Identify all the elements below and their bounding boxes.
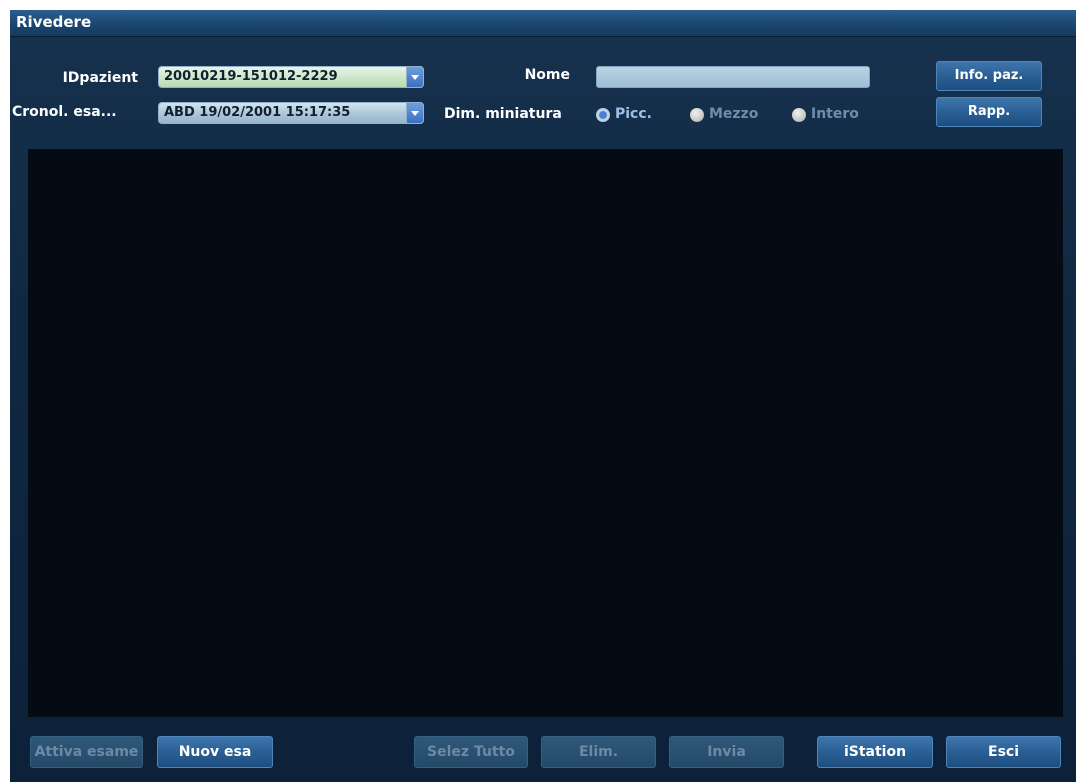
thumbnail-area[interactable] <box>28 149 1063 717</box>
thumbnail-size-full-label: Intero <box>811 106 859 122</box>
thumbnail-size-medium-radio[interactable]: Mezzo <box>690 106 770 124</box>
radio-unselected-icon <box>792 108 806 122</box>
radio-unselected-icon <box>690 108 704 122</box>
istation-button[interactable]: iStation <box>817 736 933 768</box>
review-window: Rivedere IDpazient 20010219-151012-2229 … <box>10 10 1076 782</box>
select-all-button[interactable]: Selez Tutto <box>414 736 528 768</box>
exam-history-label: Cronol. esa... <box>12 104 117 120</box>
name-field[interactable] <box>596 66 870 88</box>
patient-id-dropdown[interactable]: 20010219-151012-2229 <box>158 66 424 88</box>
patient-info-button[interactable]: Info. paz. <box>936 61 1042 91</box>
radio-selected-icon <box>596 108 610 122</box>
title-bar: Rivedere <box>10 10 1076 37</box>
new-exam-button[interactable]: Nuov esa <box>157 736 273 768</box>
window-title: Rivedere <box>16 13 92 31</box>
chevron-down-icon[interactable] <box>406 66 424 88</box>
exam-history-dropdown[interactable]: ABD 19/02/2001 15:17:35 <box>158 102 424 124</box>
patient-id-value: 20010219-151012-2229 <box>164 69 338 84</box>
thumbnail-size-full-radio[interactable]: Intero <box>792 106 872 124</box>
report-button[interactable]: Rapp. <box>936 97 1042 127</box>
exam-history-value: ABD 19/02/2001 15:17:35 <box>164 105 351 120</box>
chevron-down-icon[interactable] <box>406 102 424 124</box>
delete-button[interactable]: Elim. <box>541 736 656 768</box>
thumbnail-size-small-label: Picc. <box>615 106 652 122</box>
exit-button[interactable]: Esci <box>946 736 1061 768</box>
activate-exam-button[interactable]: Attiva esame <box>30 736 143 768</box>
patient-id-label: IDpazient <box>62 70 138 86</box>
thumbnail-size-medium-label: Mezzo <box>709 106 759 122</box>
send-button[interactable]: Invia <box>669 736 784 768</box>
thumbnail-size-label: Dim. miniatura <box>444 106 562 122</box>
name-label: Nome <box>524 67 570 83</box>
thumbnail-size-small-radio[interactable]: Picc. <box>596 106 666 124</box>
